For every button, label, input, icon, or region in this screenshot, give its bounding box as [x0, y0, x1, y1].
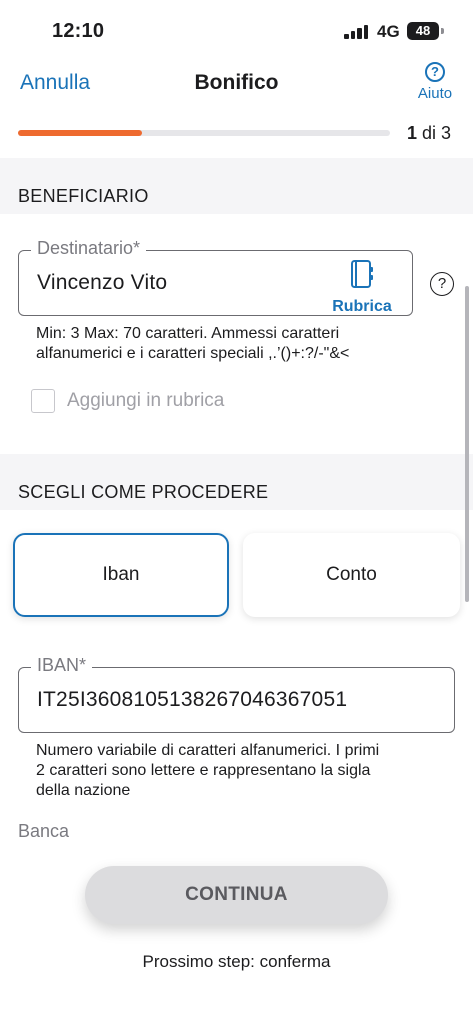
progress-fill — [18, 130, 142, 136]
beneficiary-section-header: BENEFICIARIO — [0, 158, 473, 214]
iban-input[interactable]: IT25I3608105138267046367051 — [37, 688, 347, 712]
status-bar: 12:10 4G 48 — [0, 0, 473, 62]
section-title-procedure: SCEGLI COME PROCEDERE — [18, 482, 269, 502]
recipient-help-icon[interactable]: ? — [430, 272, 454, 296]
signal-icon — [344, 25, 370, 39]
recipient-hint: Min: 3 Max: 70 caratteri. Ammessi caratt… — [36, 324, 349, 364]
continue-button[interactable]: CONTINUA — [85, 866, 388, 924]
iban-hint-line: 2 caratteri sono lettere e rappresentano… — [36, 762, 371, 779]
recipient-hint-line: alfanumerici e i caratteri speciali ,.’(… — [36, 345, 350, 362]
help-icon: ? — [425, 62, 445, 82]
recipient-input[interactable]: Vincenzo Vito — [37, 271, 167, 295]
procedure-section-header: SCEGLI COME PROCEDERE — [0, 454, 473, 510]
help-label: Aiuto — [417, 85, 453, 102]
option-account[interactable]: Conto — [243, 533, 460, 617]
battery-icon: 48 — [407, 22, 439, 40]
progress-bar — [18, 130, 390, 136]
option-iban[interactable]: Iban — [13, 533, 229, 617]
progress-total: di 3 — [417, 123, 452, 143]
status-time: 12:10 — [52, 20, 105, 42]
cancel-button[interactable]: Annulla — [20, 71, 90, 95]
iban-hint-line: Numero variabile di caratteri alfanumeri… — [36, 742, 380, 759]
address-book-button[interactable]: Rubrica — [330, 259, 394, 316]
recipient-hint-line: Min: 3 Max: 70 caratteri. Ammessi caratt… — [36, 325, 340, 342]
address-book-label: Rubrica — [332, 298, 392, 315]
help-button[interactable]: ? Aiuto — [412, 62, 458, 102]
progress-current: 1 — [407, 123, 418, 143]
address-book-icon — [351, 260, 373, 288]
network-type: 4G — [377, 22, 400, 41]
iban-hint-line: della nazione — [36, 782, 131, 799]
bank-label: Banca — [18, 821, 70, 841]
next-step-text: Prossimo step: conferma — [142, 952, 331, 971]
add-to-contacts-label: Aggiungi in rubrica — [67, 390, 225, 411]
iban-hint: Numero variabile di caratteri alfanumeri… — [36, 741, 379, 801]
section-title-beneficiary: BENEFICIARIO — [18, 186, 149, 206]
add-to-contacts-checkbox[interactable] — [31, 389, 55, 413]
recipient-field[interactable]: Destinatario* Vincenzo Vito Rubrica — [18, 238, 413, 316]
transfer-screen: 12:10 4G 48 Bonifico Annulla ? Aiuto 1 d… — [0, 0, 473, 1024]
battery-tip — [441, 28, 444, 34]
recipient-label: Destinatario* — [31, 238, 147, 259]
progress-text: 1 di 3 — [407, 123, 451, 144]
battery-level: 48 — [415, 23, 431, 38]
iban-field[interactable]: IBAN* IT25I3608105138267046367051 — [18, 655, 455, 733]
iban-label: IBAN* — [31, 655, 93, 676]
scrollbar[interactable] — [465, 286, 469, 602]
